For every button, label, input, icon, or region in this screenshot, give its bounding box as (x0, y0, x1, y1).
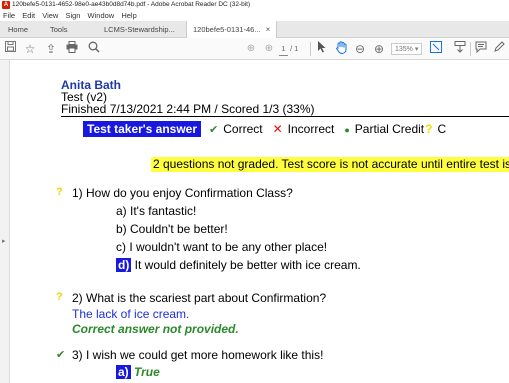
select-arrow-icon[interactable] (314, 41, 330, 57)
expand-pane-icon[interactable]: ▸ (2, 237, 6, 245)
page-indicator[interactable]: 1 / 1 (279, 43, 299, 56)
menu-window[interactable]: Window (88, 11, 115, 20)
scroll-mode-icon[interactable] (452, 41, 468, 57)
close-icon[interactable]: × (266, 25, 271, 34)
upload-icon[interactable]: ⇪ (43, 41, 59, 57)
q1-option-c: c) I wouldn't want to be any other place… (116, 240, 328, 254)
fit-icon[interactable] (428, 41, 444, 57)
tab-current-document[interactable]: 120befe5-0131-46... × (186, 21, 278, 39)
test-summary: Finished 7/13/2021 2:44 PM / Scored 1/3 … (61, 102, 315, 116)
question-mark-icon: ? (425, 122, 433, 136)
comment-icon[interactable] (473, 41, 489, 57)
question-text: 1) How do you enjoy Confirmation Class? (72, 186, 293, 200)
option-text: It would definitely be better with ice c… (131, 258, 361, 272)
toolbar-divider (470, 42, 471, 56)
dot-icon: ● (344, 125, 350, 135)
ungraded-question-mark-icon: ? (56, 186, 63, 198)
document-page: Anita Bath Test (v2) Finished 7/13/2021 … (11, 60, 509, 383)
selected-answer-letter: d) (116, 258, 132, 272)
window-titlebar: A 120befe5-0131-4652-98e0-ae43b0d8d74b.p… (0, 0, 509, 10)
page-total: / 1 (290, 44, 299, 53)
menu-help[interactable]: Help (121, 11, 136, 20)
zoom-out-icon[interactable]: ⊖ (352, 41, 368, 57)
acrobat-app-icon: A (2, 1, 10, 9)
legend-truncated: C (437, 122, 447, 136)
q3-option-a: a) True (116, 365, 160, 379)
q1-option-a: a) It's fantastic! (116, 204, 197, 218)
q2-grading-note: Correct answer not provided. (72, 322, 239, 336)
divider (61, 116, 509, 117)
menu-bar: File Edit View Sign Window Help (0, 10, 509, 21)
legend-partial: Partial Credit (354, 122, 425, 136)
grading-legend: Test taker's answer ✔ Correct ✕ Incorrect ● Pa… (83, 121, 446, 137)
check-icon: ✔ (56, 349, 66, 361)
page-current[interactable]: 1 (279, 43, 288, 56)
star-icon[interactable]: ☆ (22, 41, 38, 57)
question-text: 3) I wish we could get more homework lik… (72, 348, 324, 362)
ungraded-warning: 2 questions not graded. Test score is no… (151, 157, 509, 172)
save-icon[interactable] (2, 41, 18, 57)
hand-icon[interactable] (333, 41, 349, 57)
tab-home[interactable]: Home (2, 21, 34, 38)
tab-tools[interactable]: Tools (44, 21, 74, 38)
q2-written-answer: The lack of ice cream. (72, 307, 190, 321)
zoom-in-icon[interactable]: ⊕ (371, 41, 387, 57)
legend-answer: Test taker's answer (83, 121, 202, 137)
tab-bar: Home Tools LCMS-Stewardship... 120befe5-… (0, 21, 509, 39)
navigation-pane-collapsed[interactable]: ▸ (0, 60, 10, 383)
window-title: 120befe5-0131-4652-98e0-ae43b0d8d74b.pdf… (12, 1, 251, 8)
chevron-down-icon: ▾ (414, 46, 419, 53)
x-icon: ✕ (272, 122, 283, 136)
toolbar: ☆ ⇪ ⊕ ⊕ 1 / 1 ⊖ ⊕ 135% ▾ (0, 38, 509, 60)
print-icon[interactable] (64, 41, 80, 57)
q1-option-d: d) It would definitely be better with ic… (116, 258, 361, 272)
legend-incorrect: Incorrect (287, 122, 335, 136)
q1-option-b: b) Couldn't be better! (116, 222, 228, 236)
zoom-select[interactable]: 135% ▾ (391, 43, 423, 55)
page-down-icon[interactable]: ⊕ (261, 41, 277, 57)
check-icon: ✔ (209, 124, 219, 136)
page-up-icon[interactable]: ⊕ (243, 41, 259, 57)
tab-lcms-stewardship[interactable]: LCMS-Stewardship... (98, 21, 181, 38)
selected-answer-letter: a) (116, 365, 131, 379)
menu-edit[interactable]: Edit (22, 11, 35, 20)
menu-sign[interactable]: Sign (65, 11, 80, 20)
legend-correct: Correct (223, 122, 263, 136)
pen-icon[interactable] (491, 41, 507, 57)
question-text: 2) What is the scariest part about Confi… (72, 291, 327, 305)
zoom-value: 135% (395, 46, 413, 53)
toolbar-divider (310, 42, 311, 56)
tab-current-label: 120befe5-0131-46... (193, 25, 261, 34)
option-text: True (130, 365, 160, 379)
menu-file[interactable]: File (3, 11, 15, 20)
ungraded-question-mark-icon: ? (56, 291, 63, 303)
search-icon[interactable] (86, 41, 102, 57)
menu-view[interactable]: View (42, 11, 58, 20)
